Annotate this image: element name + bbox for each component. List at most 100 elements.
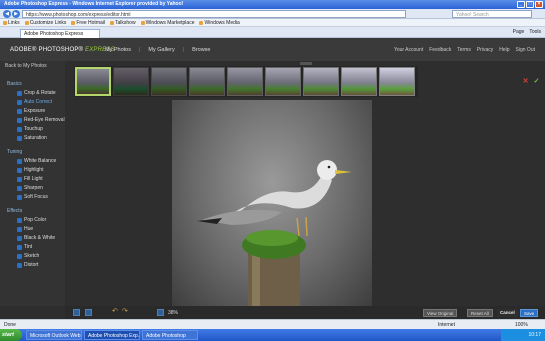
favorite-link[interactable]: Links xyxy=(3,20,20,26)
browser-tab[interactable]: Adobe Photoshop Express xyxy=(20,29,100,38)
taskbar-item-outlook[interactable]: Microsoft Outlook Web A... xyxy=(26,330,82,340)
favorite-link[interactable]: Windows Media xyxy=(199,20,240,26)
variation-thumbnail[interactable] xyxy=(379,67,415,96)
red-eye-icon xyxy=(17,117,22,123)
url-input[interactable]: https://www.photoshop.com/express/editor… xyxy=(22,10,406,18)
variation-thumbnail[interactable] xyxy=(341,67,377,96)
maximize-button[interactable]: □ xyxy=(526,1,534,8)
taskbar-item-photoshop-express[interactable]: Adobe Photoshop Exp... xyxy=(84,330,140,340)
tool-distort[interactable]: Distort xyxy=(17,262,38,268)
tool-touchup[interactable]: Touchup xyxy=(17,126,43,132)
cancel-button[interactable]: Cancel xyxy=(497,309,518,317)
link-icon xyxy=(140,20,145,25)
favorite-link[interactable]: Free Hotmail xyxy=(71,20,105,26)
start-button[interactable]: start xyxy=(0,329,22,341)
nav-your-account[interactable]: Your Account xyxy=(394,47,423,53)
variation-thumbnail[interactable] xyxy=(303,67,339,96)
tool-auto-correct[interactable]: Auto Correct xyxy=(17,99,52,105)
nav-privacy[interactable]: Privacy xyxy=(477,47,493,53)
tool-hue[interactable]: Hue xyxy=(17,226,33,232)
fit-to-screen-icon[interactable] xyxy=(73,309,80,316)
zoom-icon[interactable] xyxy=(157,309,164,316)
hue-icon xyxy=(17,226,22,232)
tool-red-eye[interactable]: Red-Eye Removal xyxy=(17,117,65,123)
back-to-photos-link[interactable]: Back to My Photos xyxy=(5,63,47,69)
back-arrow-icon[interactable]: ◀ xyxy=(3,10,11,18)
redo-icon[interactable]: ↷ xyxy=(122,308,128,315)
variation-thumbnail[interactable] xyxy=(265,67,301,96)
black-white-icon xyxy=(17,235,22,241)
variation-thumbnail[interactable] xyxy=(75,67,111,96)
sharpen-icon xyxy=(17,185,22,191)
page-zoom[interactable]: 100% xyxy=(515,322,528,328)
view-original-button[interactable]: View Original xyxy=(423,309,458,317)
main-nav: My Photos | My Gallery | Browse xyxy=(105,47,211,53)
window-title: Adobe Photoshop Express - Windows Intern… xyxy=(4,1,184,7)
search-input[interactable]: Yahoo! Search xyxy=(452,10,532,18)
variation-thumbnail[interactable] xyxy=(113,67,149,96)
sketch-icon xyxy=(17,253,22,259)
tool-white-balance[interactable]: White Balance xyxy=(17,158,56,164)
tool-fill-light[interactable]: Fill Light xyxy=(17,176,43,182)
nav-my-gallery[interactable]: My Gallery xyxy=(148,47,174,53)
collapse-handle[interactable] xyxy=(300,62,312,65)
status-text: Done xyxy=(4,322,16,328)
exposure-icon xyxy=(17,108,22,114)
tool-sharpen[interactable]: Sharpen xyxy=(17,185,43,191)
nav-feedback[interactable]: Feedback xyxy=(429,47,451,53)
link-icon xyxy=(199,20,204,25)
photo-canvas[interactable] xyxy=(172,100,372,306)
cancel-x-icon[interactable]: ✕ xyxy=(522,78,529,85)
favorite-link[interactable]: Windows Marketplace xyxy=(140,20,194,26)
tool-pop-color[interactable]: Pop Color xyxy=(17,217,46,223)
tool-crop-rotate[interactable]: Crop & Rotate xyxy=(17,90,56,96)
pop-color-icon xyxy=(17,217,22,223)
variation-thumbnail[interactable] xyxy=(151,67,187,96)
nav-sign-out[interactable]: Sign Out xyxy=(516,47,535,53)
tool-panel: Back to My Photos Basics Crop & Rotate A… xyxy=(0,61,65,306)
window-titlebar: Adobe Photoshop Express - Windows Intern… xyxy=(0,0,545,9)
page-menu[interactable]: Page xyxy=(513,29,525,35)
soft-focus-icon xyxy=(17,194,22,200)
category-effects[interactable]: Effects xyxy=(7,208,22,214)
link-icon xyxy=(71,20,76,25)
tool-saturation[interactable]: Saturation xyxy=(17,135,47,141)
tools-menu[interactable]: Tools xyxy=(529,29,541,35)
link-icon xyxy=(24,20,29,25)
favorite-link[interactable]: Customize Links xyxy=(24,20,66,26)
variation-thumbnail[interactable] xyxy=(189,67,225,96)
close-button[interactable]: × xyxy=(535,1,543,8)
favorite-link[interactable]: Talkshow xyxy=(110,20,136,26)
category-tuning[interactable]: Tuning xyxy=(7,149,22,155)
crop-icon xyxy=(17,90,22,96)
editor-toolbar: 38% ↶ ↷ View Original Reset All Cancel S… xyxy=(65,306,545,319)
distort-icon xyxy=(17,262,22,268)
tool-exposure[interactable]: Exposure xyxy=(17,108,45,114)
save-button[interactable]: Save xyxy=(520,309,539,317)
accept-check-icon[interactable]: ✓ xyxy=(533,78,540,85)
tint-icon xyxy=(17,244,22,250)
reset-all-button[interactable]: Reset All xyxy=(467,309,493,317)
actual-size-icon[interactable] xyxy=(85,309,92,316)
saturation-icon xyxy=(17,135,22,141)
tool-sketch[interactable]: Sketch xyxy=(17,253,39,259)
tool-black-white[interactable]: Black & White xyxy=(17,235,55,241)
tool-highlight[interactable]: Highlight xyxy=(17,167,43,173)
user-nav: Your Account Feedback Terms Privacy Help… xyxy=(394,47,535,53)
link-icon xyxy=(3,20,7,25)
nav-browse[interactable]: Browse xyxy=(192,47,210,53)
browser-status-bar: Done Internet 100% xyxy=(0,319,545,329)
tool-soft-focus[interactable]: Soft Focus xyxy=(17,194,48,200)
undo-icon[interactable]: ↶ xyxy=(112,308,118,315)
minimize-button[interactable]: _ xyxy=(517,1,525,8)
nav-my-photos[interactable]: My Photos xyxy=(105,47,131,53)
forward-arrow-icon[interactable]: ▶ xyxy=(12,10,20,18)
category-basics[interactable]: Basics xyxy=(7,81,22,87)
taskbar: start Microsoft Outlook Web A... Adobe P… xyxy=(0,329,545,341)
seagull-photo xyxy=(197,160,352,306)
taskbar-item-photoshop[interactable]: Adobe Photoshop xyxy=(142,330,198,340)
nav-terms[interactable]: Terms xyxy=(457,47,471,53)
nav-help[interactable]: Help xyxy=(499,47,509,53)
tool-tint[interactable]: Tint xyxy=(17,244,32,250)
variation-thumbnail[interactable] xyxy=(227,67,263,96)
